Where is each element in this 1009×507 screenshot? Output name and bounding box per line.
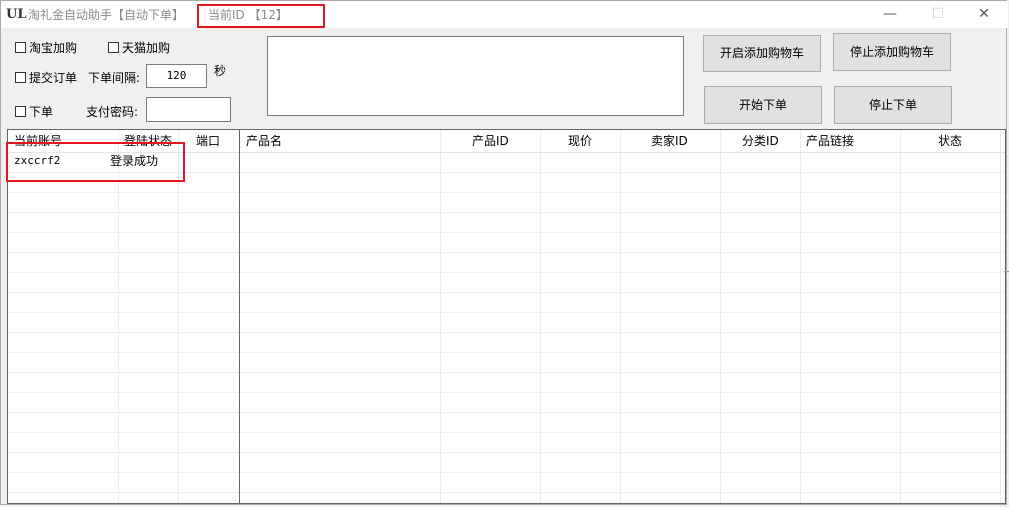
app-logo-icon: UL — [6, 7, 27, 22]
products-table-header: 产品名 产品ID 现价 卖家ID 分类ID 产品链接 状态 — [240, 130, 1005, 153]
column-header-product-name[interactable]: 产品名 — [246, 130, 282, 152]
stop-add-cart-button[interactable]: 停止添加购物车 — [833, 33, 951, 71]
checkbox-label: 下单 — [29, 105, 54, 119]
taobao-add-checkbox[interactable]: 淘宝加购 — [15, 39, 77, 56]
pay-password-label: 支付密码: — [86, 105, 139, 119]
maximize-button[interactable]: ☐ — [915, 1, 961, 28]
account-cell: zxccrf2 — [14, 154, 61, 167]
start-add-cart-button[interactable]: 开启添加购物车 — [703, 35, 821, 72]
start-order-button[interactable]: 开始下单 — [704, 86, 822, 124]
checkbox-label: 天猫加购 — [122, 41, 171, 55]
column-header-price[interactable]: 现价 — [568, 130, 592, 152]
app-window: UL 淘礼金自动助手【自动下单】 当前ID 【12】 — ☐ ✕ 淘宝加购 天猫… — [0, 0, 1009, 505]
window-title: 淘礼金自动助手【自动下单】 — [28, 8, 185, 22]
interval-input[interactable]: 120 — [146, 64, 207, 88]
submit-order-checkbox[interactable]: 提交订单 — [15, 69, 77, 86]
column-header-seller-id[interactable]: 卖家ID — [651, 130, 688, 152]
column-header-account[interactable]: 当前账号 — [14, 130, 62, 152]
minimize-button[interactable]: — — [867, 1, 913, 28]
column-header-port[interactable]: 端口 — [196, 130, 220, 152]
title-bar: UL 淘礼金自动助手【自动下单】 当前ID 【12】 — ☐ ✕ — [1, 1, 1008, 28]
interval-label: 下单间隔: — [88, 71, 141, 85]
interval-unit: 秒 — [214, 64, 227, 78]
column-header-product-link[interactable]: 产品链接 — [806, 130, 854, 152]
checkbox-box — [15, 42, 26, 53]
close-button[interactable]: ✕ — [961, 1, 1007, 28]
checkbox-box — [15, 72, 26, 83]
pay-password-input[interactable] — [146, 97, 231, 122]
column-header-login-status[interactable]: 登陆状态 — [124, 130, 172, 152]
checkbox-label: 提交订单 — [29, 71, 78, 85]
accounts-table-header: 当前账号 登陆状态 端口 — [8, 130, 239, 153]
stop-order-button[interactable]: 停止下单 — [834, 86, 952, 124]
accounts-table[interactable]: 当前账号 登陆状态 端口 zxccrf2 登录成功 — [7, 129, 240, 504]
checkbox-label: 淘宝加购 — [29, 41, 78, 55]
tmall-add-checkbox[interactable]: 天猫加购 — [108, 39, 170, 56]
current-id-label: 当前ID 【12】 — [208, 8, 288, 22]
checkbox-box — [15, 106, 26, 117]
products-table[interactable]: 产品名 产品ID 现价 卖家ID 分类ID 产品链接 状态 — [239, 129, 1006, 504]
window-edge-mark — [1004, 271, 1009, 272]
log-textarea[interactable] — [267, 36, 684, 116]
column-header-status[interactable]: 状态 — [938, 130, 962, 152]
column-header-product-id[interactable]: 产品ID — [472, 130, 509, 152]
place-order-checkbox[interactable]: 下单 — [15, 103, 53, 120]
login-status-cell: 登录成功 — [110, 154, 159, 168]
column-header-category-id[interactable]: 分类ID — [742, 130, 779, 152]
checkbox-box — [108, 42, 119, 53]
